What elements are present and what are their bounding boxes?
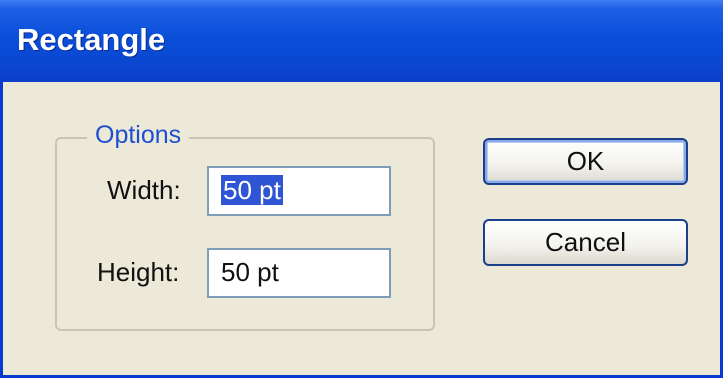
title-bar[interactable]: Rectangle: [0, 0, 723, 82]
rectangle-dialog: Rectangle Options Width: 50 pt Height: 5…: [0, 0, 723, 378]
width-field[interactable]: 50 pt: [207, 166, 391, 216]
width-label: Width:: [107, 175, 181, 205]
dialog-body: Options Width: 50 pt Height: 50 pt OK Ca…: [3, 82, 720, 375]
options-legend: Options: [87, 121, 190, 150]
height-label: Height:: [97, 257, 180, 287]
width-value: 50 pt: [221, 175, 283, 205]
options-group: Options Width: 50 pt Height: 50 pt: [55, 121, 435, 331]
height-field[interactable]: 50 pt: [207, 248, 391, 298]
dialog-title: Rectangle: [17, 22, 166, 57]
cancel-button[interactable]: Cancel: [483, 219, 688, 266]
ok-button[interactable]: OK: [483, 138, 688, 185]
